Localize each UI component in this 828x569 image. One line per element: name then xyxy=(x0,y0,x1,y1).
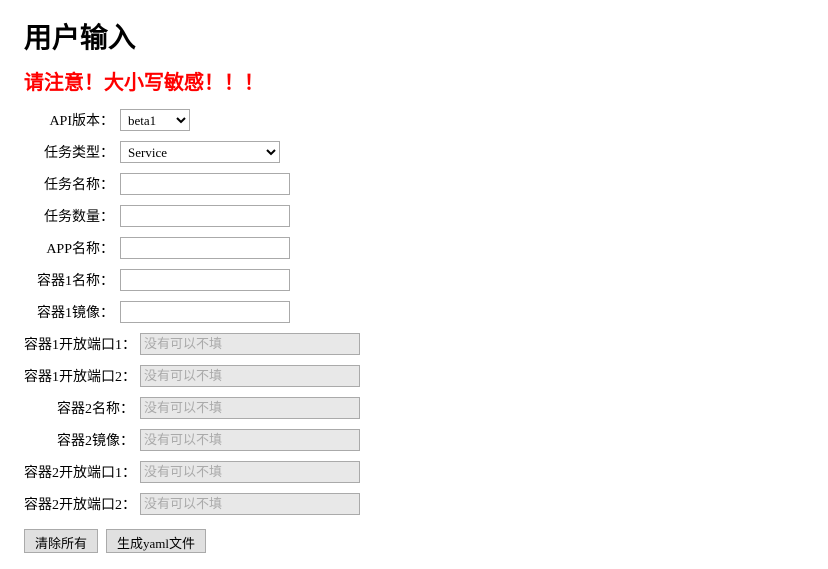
task-type-select[interactable]: Service Deployment DaemonSet Job xyxy=(120,141,280,163)
task-count-label: 任务数量： xyxy=(24,206,114,226)
container1-port1-input[interactable] xyxy=(140,333,360,355)
task-name-row: 任务名称： xyxy=(24,173,804,195)
container1-port2-input[interactable] xyxy=(140,365,360,387)
container2-port1-label: 容器2开放端口1： xyxy=(24,462,134,482)
app-name-label: APP名称： xyxy=(24,238,114,258)
task-type-label: 任务类型： xyxy=(24,142,114,162)
container1-image-label: 容器1镜像： xyxy=(24,302,114,322)
task-name-label: 任务名称： xyxy=(24,174,114,194)
container2-port1-row: 容器2开放端口1： xyxy=(24,461,804,483)
task-count-row: 任务数量： xyxy=(24,205,804,227)
container2-image-label: 容器2镜像： xyxy=(24,430,134,450)
app-name-row: APP名称： xyxy=(24,237,804,259)
container1-name-row: 容器1名称： xyxy=(24,269,804,291)
api-version-row: API版本： beta1 beta2 v1 v2 xyxy=(24,109,804,131)
app-name-input[interactable] xyxy=(120,237,290,259)
container1-port2-row: 容器1开放端口2： xyxy=(24,365,804,387)
container1-name-input[interactable] xyxy=(120,269,290,291)
container1-image-row: 容器1镜像： xyxy=(24,301,804,323)
api-version-select[interactable]: beta1 beta2 v1 v2 xyxy=(120,109,190,131)
container1-port2-label: 容器1开放端口2： xyxy=(24,366,134,386)
container2-image-row: 容器2镜像： xyxy=(24,429,804,451)
container2-port2-input[interactable] xyxy=(140,493,360,515)
container1-image-input[interactable] xyxy=(120,301,290,323)
container1-port1-label: 容器1开放端口1： xyxy=(24,334,134,354)
task-name-input[interactable] xyxy=(120,173,290,195)
container2-name-label: 容器2名称： xyxy=(24,398,134,418)
api-version-label: API版本： xyxy=(24,110,114,130)
container2-port2-row: 容器2开放端口2： xyxy=(24,493,804,515)
container2-port2-label: 容器2开放端口2： xyxy=(24,494,134,514)
task-type-row: 任务类型： Service Deployment DaemonSet Job xyxy=(24,141,804,163)
task-count-input[interactable] xyxy=(120,205,290,227)
container2-name-input[interactable] xyxy=(140,397,360,419)
container1-port1-row: 容器1开放端口1： xyxy=(24,333,804,355)
warning-text: 请注意！大小写敏感！！！ xyxy=(24,66,804,95)
container2-name-row: 容器2名称： xyxy=(24,397,804,419)
page-title: 用户输入 xyxy=(24,16,804,56)
container2-port1-input[interactable] xyxy=(140,461,360,483)
container1-name-label: 容器1名称： xyxy=(24,270,114,290)
container2-image-input[interactable] xyxy=(140,429,360,451)
